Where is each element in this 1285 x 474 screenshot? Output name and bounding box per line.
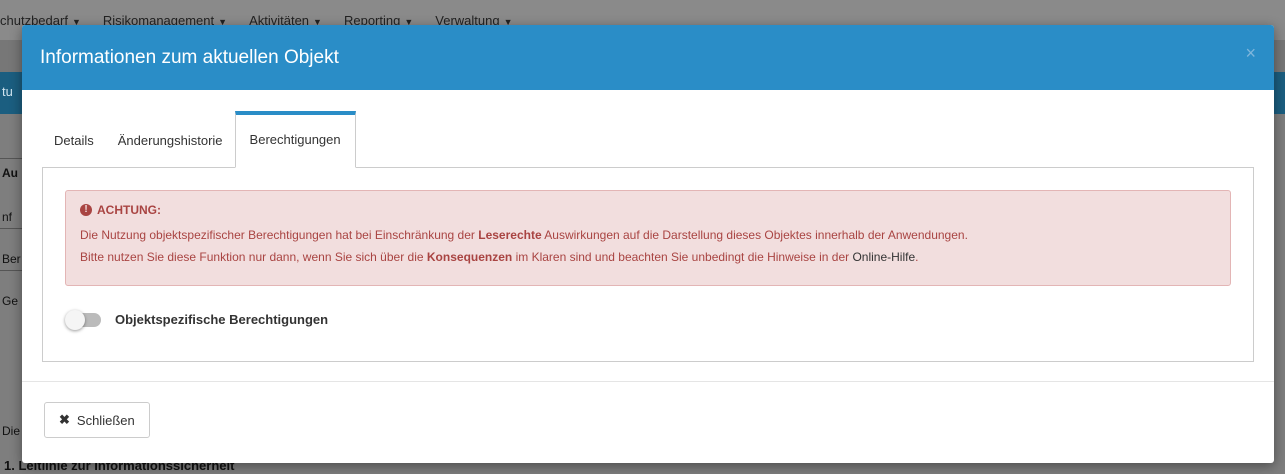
- alert-text: Bitte nutzen Sie diese Funktion nur dann…: [80, 250, 427, 264]
- alert-text: im Klaren sind und beachten Sie unbeding…: [512, 250, 853, 264]
- modal-footer: ✖ Schließen: [22, 382, 1274, 458]
- close-button[interactable]: ✖ Schließen: [44, 402, 150, 438]
- object-info-modal: Informationen zum aktuellen Objekt × Det…: [22, 25, 1274, 463]
- object-permissions-switch[interactable]: [65, 309, 101, 330]
- alert-emphasis: Leserechte: [478, 228, 542, 242]
- background-divider: [0, 270, 22, 271]
- alert-text: Auswirkungen auf die Darstellung dieses …: [541, 228, 968, 242]
- background-fragment: Die: [2, 424, 21, 438]
- modal-header: Informationen zum aktuellen Objekt ×: [22, 25, 1274, 90]
- online-help-link[interactable]: Online-Hilfe: [852, 250, 915, 264]
- background-divider: [0, 228, 22, 229]
- alert-line-2: Bitte nutzen Sie diese Funktion nur dann…: [80, 247, 1216, 267]
- alert-text: .: [915, 250, 919, 264]
- alert-emphasis: Konsequenzen: [426, 250, 513, 264]
- tab-pane-berechtigungen: ! ACHTUNG: Die Nutzung objektspezifische…: [42, 168, 1254, 362]
- background-fragment: Ber: [2, 252, 21, 266]
- background-fragment: tu: [2, 84, 13, 99]
- alert-heading-text: ACHTUNG:: [97, 203, 161, 217]
- alert-text: Die Nutzung objektspezifischer Berechtig…: [80, 228, 479, 242]
- modal-title: Informationen zum aktuellen Objekt: [40, 46, 339, 68]
- close-button-label: Schließen: [76, 412, 135, 428]
- tab-details[interactable]: Details: [42, 115, 106, 167]
- tab-bar: Details Änderungshistorie Berechtigungen: [42, 110, 1254, 168]
- tab-berechtigungen[interactable]: Berechtigungen: [234, 111, 356, 168]
- background-fragment: nf: [2, 210, 13, 224]
- tab-aenderungshistorie[interactable]: Änderungshistorie: [106, 115, 235, 167]
- object-permissions-toggle-row: Objektspezifische Berechtigungen: [65, 309, 1231, 330]
- alert-line-1: Die Nutzung objektspezifischer Berechtig…: [80, 225, 1216, 245]
- times-icon: ✖: [59, 412, 70, 427]
- close-icon[interactable]: ×: [1245, 43, 1256, 64]
- object-permissions-label: Objektspezifische Berechtigungen: [115, 312, 329, 327]
- alert-heading: ! ACHTUNG:: [80, 203, 1216, 217]
- background-divider: [0, 158, 22, 159]
- background-fragment: Ge: [2, 294, 19, 308]
- background-fragment: Au: [2, 166, 18, 180]
- warning-alert: ! ACHTUNG: Die Nutzung objektspezifische…: [65, 190, 1231, 286]
- exclamation-circle-icon: !: [80, 204, 92, 216]
- modal-body: Details Änderungshistorie Berechtigungen…: [22, 90, 1274, 382]
- switch-knob: [65, 309, 85, 330]
